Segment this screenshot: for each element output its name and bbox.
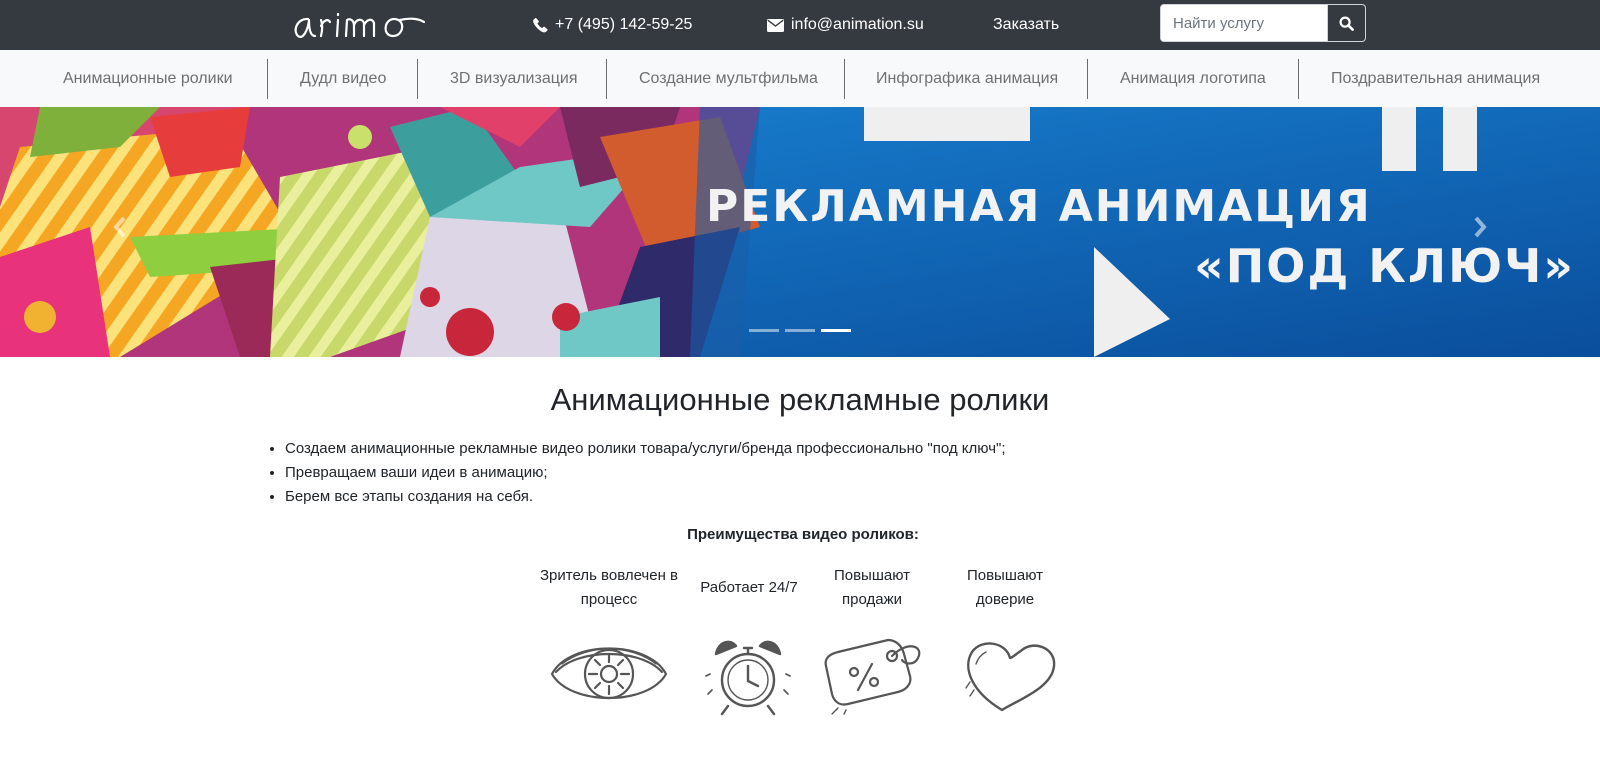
advantage-label-line1: Повышают xyxy=(833,567,911,584)
advantages-heading: Преимущества видео роликов: xyxy=(687,526,919,543)
carousel-indicator-3[interactable] xyxy=(821,329,851,332)
list-item: Берем все этапы создания на себя. xyxy=(285,485,1006,509)
nav-divider xyxy=(267,59,268,99)
eye-icon xyxy=(550,647,668,700)
banner-artwork xyxy=(0,107,1600,357)
phone-number[interactable]: +7 (495) 142-59-25 xyxy=(555,16,692,34)
advantage-sales: Повышают продажи xyxy=(813,564,931,612)
advantage-24-7: Работает 24/7 xyxy=(686,576,812,600)
hero-carousel: РЕКЛАМНАЯ АНИМАЦИЯ «ПОД КЛЮЧ» xyxy=(0,107,1600,357)
page-title: Анимационные рекламные ролики xyxy=(550,382,1050,417)
search-input[interactable] xyxy=(1161,5,1327,41)
nav-item-3d-visualization[interactable]: 3D визуализация xyxy=(450,50,577,107)
slide-title-line1: РЕКЛАМНАЯ АНИМАЦИЯ xyxy=(706,181,1372,232)
search-button[interactable] xyxy=(1327,5,1365,41)
top-bar: animo +7 (495) 142-59-25 info@animation.… xyxy=(0,0,1600,50)
email-contact[interactable]: info@animation.su xyxy=(767,0,924,50)
advantage-label-line1: Работает 24/7 xyxy=(700,579,798,596)
advantage-label-line2: доверие xyxy=(975,591,1035,608)
carousel-indicator-1[interactable] xyxy=(749,329,779,332)
advantage-trust: Повышают доверие xyxy=(950,564,1060,612)
nav-item-logo-animation[interactable]: Анимация логотипа xyxy=(1120,50,1266,107)
carousel-prev-button[interactable] xyxy=(100,207,140,247)
chevron-right-icon xyxy=(1474,216,1487,238)
category-nav: Анимационные ролики Дудл видео 3D визуал… xyxy=(0,50,1600,107)
phone-icon xyxy=(533,17,548,33)
nav-item-doodle-video[interactable]: Дудл видео xyxy=(300,50,386,107)
nav-divider xyxy=(606,59,607,99)
carousel-next-button[interactable] xyxy=(1460,207,1500,247)
carousel-indicator-2[interactable] xyxy=(785,329,815,332)
nav-item-animation-videos[interactable]: Анимационные ролики xyxy=(63,50,233,107)
carousel-indicators xyxy=(749,329,851,332)
nav-divider xyxy=(1298,59,1299,99)
advantage-label-line1: Повышают xyxy=(966,567,1044,584)
nav-divider xyxy=(417,59,418,99)
nav-item-cartoon-creation[interactable]: Создание мультфильма xyxy=(639,50,818,107)
nav-item-greeting-animation[interactable]: Поздравительная анимация xyxy=(1331,50,1540,107)
order-link[interactable]: Заказать xyxy=(993,0,1059,50)
email-address[interactable]: info@animation.su xyxy=(791,16,924,34)
feature-list: Создаем анимационные рекламные видео рол… xyxy=(285,437,1006,509)
nav-divider xyxy=(844,59,845,99)
advantage-label-line2: продажи xyxy=(842,591,902,608)
advantage-label-line1: Зритель вовлечен в xyxy=(539,567,678,584)
discount-tag-icon xyxy=(824,638,921,715)
alarm-clock-icon xyxy=(705,640,791,716)
search-icon xyxy=(1339,15,1354,31)
chevron-left-icon xyxy=(113,216,126,238)
advantage-label-line2: процесс xyxy=(580,591,638,608)
list-item: Превращаем ваши идеи в анимацию; xyxy=(285,461,1006,485)
search-form xyxy=(1160,4,1366,42)
heart-icon xyxy=(965,642,1056,712)
advantage-engagement: Зритель вовлечен в процесс xyxy=(530,564,688,612)
logo[interactable]: animo xyxy=(290,6,426,44)
slide-title-line2: «ПОД КЛЮЧ» xyxy=(1194,239,1575,293)
list-item: Создаем анимационные рекламные видео рол… xyxy=(285,437,1006,461)
nav-divider xyxy=(1087,59,1088,99)
nav-item-infographics[interactable]: Инфографика анимация xyxy=(876,50,1058,107)
phone-contact[interactable]: +7 (495) 142-59-25 xyxy=(533,0,692,50)
order-link-label[interactable]: Заказать xyxy=(993,16,1059,34)
envelope-icon xyxy=(767,18,784,32)
